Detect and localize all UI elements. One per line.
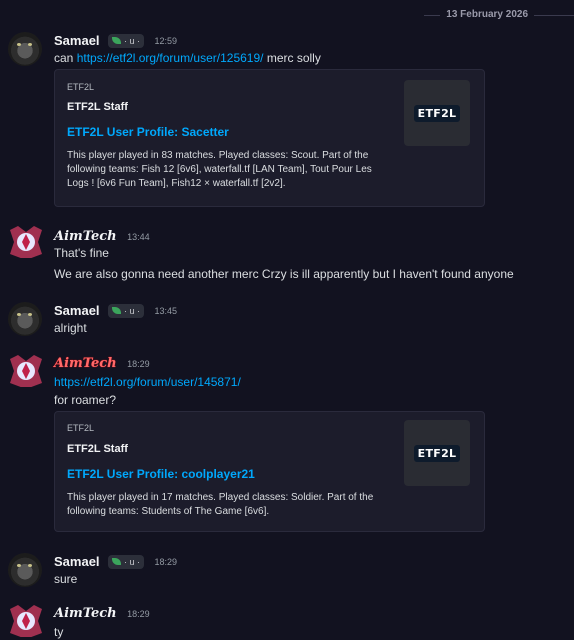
message-text: can — [54, 51, 74, 65]
avatar-samael[interactable] — [8, 32, 42, 66]
message-link[interactable]: https://etf2l.org/forum/user/125619/ — [77, 51, 264, 65]
message-text: for roamer? — [54, 393, 117, 407]
role-tag[interactable]: · u · — [108, 554, 145, 569]
message-text: sure — [54, 572, 78, 586]
role-tag[interactable]: · u · — [108, 33, 145, 48]
author-name[interactable]: Samael — [54, 554, 100, 569]
etf2l-logo-icon: ETF2L — [413, 444, 461, 462]
avatar-aimtech[interactable] — [8, 224, 42, 258]
avatar-aimtech[interactable] — [8, 603, 42, 637]
message-text: merc solly — [266, 51, 321, 65]
author-name[interactable]: AimTech — [54, 606, 117, 621]
author-name[interactable]: AimTech — [54, 356, 117, 371]
author-name[interactable]: AimTech — [54, 229, 117, 244]
avatar-aimtech[interactable] — [8, 353, 42, 387]
timestamp: 13:44 — [127, 231, 150, 242]
link-embed: ETF2L ETF2L Staff ETF2L User Profile: Sa… — [54, 69, 485, 207]
date-divider-label: 13 February 2026 — [440, 8, 534, 22]
embed-provider[interactable]: ETF2L — [67, 82, 94, 92]
author-name[interactable]: Samael — [54, 33, 100, 48]
message-text: That's fine — [54, 246, 109, 260]
role-tag[interactable]: · u · — [108, 303, 145, 318]
timestamp: 12:59 — [154, 35, 177, 46]
etf2l-logo-icon: ETF2L — [413, 104, 461, 122]
timestamp: 13:45 — [154, 305, 177, 316]
message-text: We are also gonna need another merc Crzy… — [54, 267, 514, 281]
author-name[interactable]: Samael — [54, 303, 100, 318]
embed-title[interactable]: ETF2L User Profile: Sacetter — [67, 125, 229, 139]
message-link[interactable]: https://etf2l.org/forum/user/145871/ — [54, 375, 241, 389]
embed-thumbnail[interactable]: ETF2L — [404, 80, 470, 146]
embed-description: This player played in 83 matches. Played… — [67, 150, 372, 189]
embed-thumbnail[interactable]: ETF2L — [404, 420, 470, 486]
message-content: can https://etf2l.org/forum/user/125619/… — [54, 50, 321, 66]
avatar-samael[interactable] — [8, 553, 42, 587]
timestamp: 18:29 — [127, 358, 150, 369]
leaf-icon — [112, 558, 121, 566]
embed-description: This player played in 17 matches. Played… — [67, 492, 374, 517]
role-tag-text: · u · — [124, 556, 141, 567]
message-text: alright — [54, 321, 87, 335]
leaf-icon — [112, 37, 121, 45]
role-tag-text: · u · — [124, 35, 141, 46]
role-tag-text: · u · — [124, 305, 141, 316]
embed-author[interactable]: ETF2L Staff — [67, 101, 128, 113]
embed-author[interactable]: ETF2L Staff — [67, 443, 128, 455]
timestamp: 18:29 — [154, 556, 177, 567]
embed-title[interactable]: ETF2L User Profile: coolplayer21 — [67, 467, 255, 481]
date-divider: 13 February 2026 — [0, 8, 574, 22]
embed-provider[interactable]: ETF2L — [67, 423, 94, 433]
timestamp: 18:29 — [127, 608, 150, 619]
link-embed: ETF2L ETF2L Staff ETF2L User Profile: co… — [54, 411, 485, 532]
avatar-samael[interactable] — [8, 302, 42, 336]
message-content: https://etf2l.org/forum/user/145871/ — [54, 374, 241, 390]
leaf-icon — [112, 307, 121, 315]
message-text: ty — [54, 625, 64, 639]
